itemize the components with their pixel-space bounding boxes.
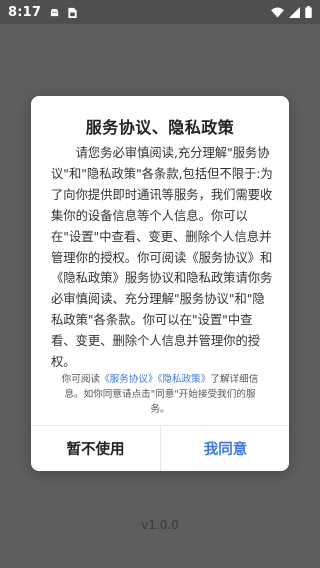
wifi-icon [271,6,284,18]
dialog-title: 服务协议、隐私政策 [85,118,235,137]
decline-button[interactable]: 暂不使用 [31,426,160,471]
status-right [271,6,312,18]
privacy-dialog: 服务协议、隐私政策 请您务必审慎阅读,充分理解"服务协议"和"隐私政策"各条款,… [31,96,289,471]
battery-icon [305,6,312,18]
app-version: v1.0.0 [141,518,179,532]
sim-card-icon [68,7,77,18]
privacy-policy-link[interactable]: 《隐私政策》 [158,374,211,385]
agree-button[interactable]: 我同意 [161,426,289,471]
status-time: 8:17 [8,4,42,20]
service-agreement-link[interactable]: 《服务协议》 [100,374,158,385]
dialog-note: 你可阅读《服务协议》《隐私政策》了解详细信息。如你同意请点击"同意"开始接受我们… [59,372,261,417]
dialog-body-text: 请您务必审慎阅读,充分理解"服务协议"和"隐私政策"各条款,包括但不限于:为了向… [51,146,273,370]
note-prefix: 你可阅读 [61,374,101,385]
android-notification-icon [49,7,60,18]
status-left: 8:17 [8,5,77,20]
signal-icon [289,6,300,18]
status-bar: 8:17 [0,0,320,24]
